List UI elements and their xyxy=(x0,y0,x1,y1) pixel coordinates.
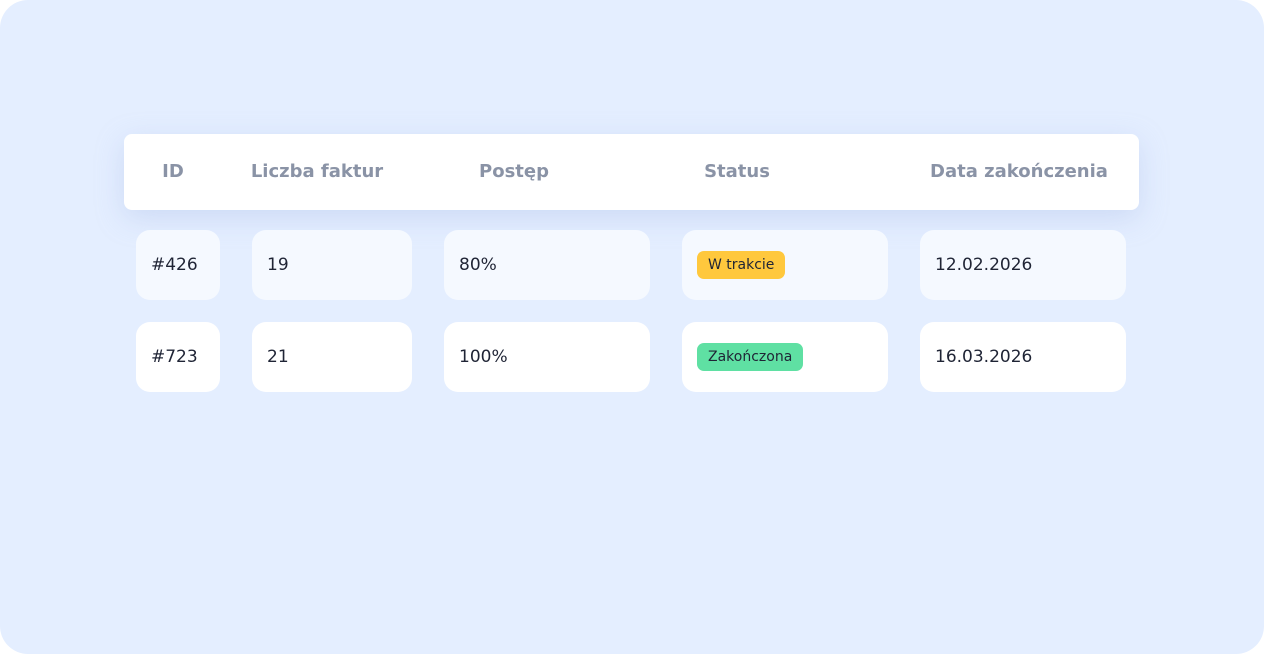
cell-status: W trakcie xyxy=(682,230,888,300)
cell-invoice-count: 19 xyxy=(252,230,412,300)
cell-status: Zakończona xyxy=(682,322,888,392)
column-header-progress[interactable]: Postęp xyxy=(479,134,549,210)
cell-progress: 80% xyxy=(444,230,650,300)
cell-end-date: 12.02.2026 xyxy=(920,230,1126,300)
cell-end-date: 16.03.2026 xyxy=(920,322,1126,392)
cell-id: #426 xyxy=(136,230,220,300)
column-header-status[interactable]: Status xyxy=(704,134,770,210)
table-header: ID Liczba faktur Postęp Status Data zako… xyxy=(124,134,1139,210)
column-header-invoice-count[interactable]: Liczba faktur xyxy=(251,134,383,210)
status-badge: W trakcie xyxy=(697,251,786,279)
cell-progress: 100% xyxy=(444,322,650,392)
column-header-end-date[interactable]: Data zakończenia xyxy=(930,134,1108,210)
cell-id: #723 xyxy=(136,322,220,392)
column-header-id[interactable]: ID xyxy=(162,134,184,210)
cell-invoice-count: 21 xyxy=(252,322,412,392)
background-panel: ID Liczba faktur Postęp Status Data zako… xyxy=(0,0,1264,654)
status-badge: Zakończona xyxy=(697,343,804,371)
